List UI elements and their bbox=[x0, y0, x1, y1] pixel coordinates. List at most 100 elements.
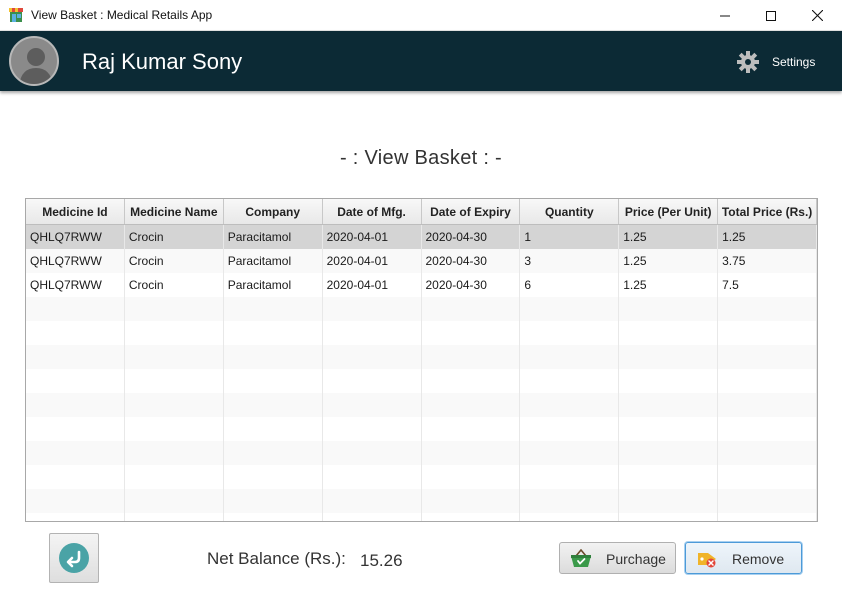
table-cell: QHLQ7RWW bbox=[26, 249, 125, 273]
empty-table-cell bbox=[26, 345, 125, 369]
table-cell: Crocin bbox=[125, 273, 224, 297]
empty-table-cell bbox=[26, 489, 125, 513]
empty-table-cell bbox=[619, 417, 719, 441]
empty-table-cell bbox=[323, 369, 422, 393]
table-cell: 7.5 bbox=[718, 273, 817, 297]
empty-table-cell bbox=[718, 489, 817, 513]
empty-table-cell bbox=[224, 297, 323, 321]
table-cell: 1.25 bbox=[619, 225, 719, 249]
table-cell: 2020-04-01 bbox=[323, 273, 422, 297]
table-cell: 3.75 bbox=[718, 249, 817, 273]
column-header[interactable]: Price (Per Unit) bbox=[619, 199, 719, 224]
table-cell: 1.25 bbox=[718, 225, 817, 249]
maximize-button[interactable] bbox=[748, 0, 794, 31]
empty-table-cell bbox=[422, 417, 521, 441]
purchase-button[interactable]: Purchage bbox=[559, 542, 676, 574]
column-header[interactable]: Date of Expiry bbox=[422, 199, 521, 224]
empty-table-cell bbox=[520, 417, 620, 441]
empty-table-cell bbox=[422, 345, 521, 369]
window-titlebar: View Basket : Medical Retails App bbox=[0, 0, 842, 31]
empty-table-cell bbox=[224, 321, 323, 345]
empty-table-cell bbox=[323, 297, 422, 321]
table-cell: Crocin bbox=[125, 249, 224, 273]
net-balance-value: 15.26 bbox=[360, 551, 403, 570]
table-cell: 2020-04-30 bbox=[422, 249, 521, 273]
back-arrow-icon bbox=[59, 543, 89, 573]
empty-table-cell bbox=[125, 321, 224, 345]
empty-table-cell bbox=[422, 489, 521, 513]
net-balance-label: Net Balance (Rs.): bbox=[207, 549, 346, 568]
empty-table-cell bbox=[619, 489, 719, 513]
gear-icon[interactable] bbox=[737, 51, 759, 73]
empty-table-row bbox=[26, 489, 817, 513]
remove-button[interactable]: Remove bbox=[685, 542, 802, 574]
empty-table-cell bbox=[619, 441, 719, 465]
empty-table-cell bbox=[520, 369, 620, 393]
empty-table-cell bbox=[323, 417, 422, 441]
column-header[interactable]: Total Price (Rs.) bbox=[718, 199, 817, 224]
empty-table-cell bbox=[520, 321, 620, 345]
empty-table-cell bbox=[422, 321, 521, 345]
empty-table-cell bbox=[224, 489, 323, 513]
user-name: Raj Kumar Sony bbox=[82, 49, 243, 74]
empty-table-cell bbox=[125, 513, 224, 521]
column-header[interactable]: Company bbox=[224, 199, 323, 224]
empty-table-cell bbox=[125, 417, 224, 441]
empty-table-cell bbox=[125, 393, 224, 417]
empty-table-cell bbox=[718, 369, 817, 393]
empty-table-row bbox=[26, 369, 817, 393]
empty-table-cell bbox=[323, 393, 422, 417]
empty-table-cell bbox=[323, 441, 422, 465]
empty-table-cell bbox=[422, 441, 521, 465]
empty-table-cell bbox=[422, 369, 521, 393]
empty-table-cell bbox=[619, 297, 719, 321]
empty-table-cell bbox=[224, 417, 323, 441]
empty-table-cell bbox=[619, 345, 719, 369]
empty-table-cell bbox=[520, 513, 620, 521]
table-row[interactable]: QHLQ7RWW Crocin Paracitamol 2020-04-01 2… bbox=[26, 273, 817, 297]
table-cell: Paracitamol bbox=[224, 273, 323, 297]
empty-table-row bbox=[26, 441, 817, 465]
empty-table-cell bbox=[718, 465, 817, 489]
basket-table[interactable]: Medicine Id Medicine Name Company Date o… bbox=[25, 198, 818, 522]
minimize-button[interactable] bbox=[702, 0, 748, 31]
table-cell: Paracitamol bbox=[224, 225, 323, 249]
table-row[interactable]: QHLQ7RWW Crocin Paracitamol 2020-04-01 2… bbox=[26, 225, 817, 249]
column-header[interactable]: Quantity bbox=[520, 199, 620, 224]
table-cell: Crocin bbox=[125, 225, 224, 249]
empty-table-cell bbox=[619, 465, 719, 489]
table-row[interactable]: QHLQ7RWW Crocin Paracitamol 2020-04-01 2… bbox=[26, 249, 817, 273]
empty-table-cell bbox=[520, 441, 620, 465]
empty-table-cell bbox=[26, 393, 125, 417]
close-button[interactable] bbox=[794, 0, 840, 31]
empty-table-cell bbox=[125, 489, 224, 513]
table-cell: Paracitamol bbox=[224, 249, 323, 273]
empty-table-row bbox=[26, 513, 817, 521]
empty-rows bbox=[26, 297, 817, 521]
table-cell: 1 bbox=[520, 225, 620, 249]
column-header[interactable]: Medicine Name bbox=[125, 199, 224, 224]
empty-table-cell bbox=[422, 297, 521, 321]
empty-table-cell bbox=[125, 441, 224, 465]
column-header[interactable]: Date of Mfg. bbox=[323, 199, 422, 224]
remove-tag-icon bbox=[698, 553, 716, 568]
back-button[interactable] bbox=[49, 533, 99, 583]
column-header[interactable]: Medicine Id bbox=[26, 199, 125, 224]
empty-table-cell bbox=[422, 393, 521, 417]
maximize-icon bbox=[766, 10, 776, 21]
empty-table-cell bbox=[520, 393, 620, 417]
table-header: Medicine Id Medicine Name Company Date o… bbox=[26, 199, 817, 225]
settings-link[interactable]: Settings bbox=[772, 55, 815, 69]
empty-table-cell bbox=[26, 513, 125, 521]
remove-button-label: Remove bbox=[732, 551, 785, 567]
empty-table-cell bbox=[26, 441, 125, 465]
table-cell: 2020-04-30 bbox=[422, 273, 521, 297]
user-avatar-icon[interactable] bbox=[9, 36, 59, 86]
purchase-button-label: Purchage bbox=[606, 551, 666, 567]
table-cell: 3 bbox=[520, 249, 620, 273]
empty-table-row bbox=[26, 297, 817, 321]
empty-table-cell bbox=[422, 513, 521, 521]
empty-table-cell bbox=[26, 321, 125, 345]
table-cell: QHLQ7RWW bbox=[26, 273, 125, 297]
empty-table-cell bbox=[718, 321, 817, 345]
